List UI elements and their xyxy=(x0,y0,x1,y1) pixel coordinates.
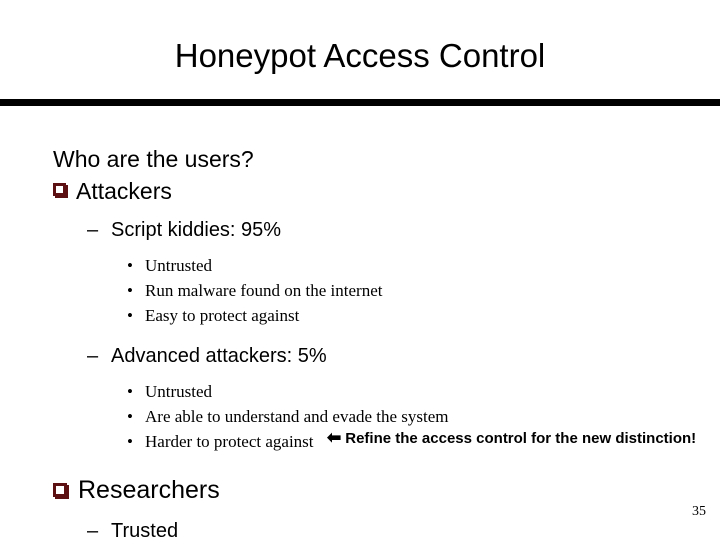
en-dash-bullet-icon: – xyxy=(87,345,99,367)
group-attackers-label: Attackers xyxy=(76,178,172,204)
left-arrow-icon: ⬅ xyxy=(327,428,342,447)
en-dash-bullet-icon: – xyxy=(87,219,99,241)
en-dash-bullet-icon: – xyxy=(87,520,99,540)
detail-item: • Untrusted xyxy=(0,253,720,278)
detail-item: • Easy to protect against xyxy=(0,303,720,328)
detail-item: • Untrusted xyxy=(0,379,720,404)
round-bullet-icon: • xyxy=(127,281,133,300)
detail-item: • Run malware found on the internet xyxy=(0,278,720,303)
detail-label: Harder to protect against xyxy=(145,432,314,451)
slide: Honeypot Access Control Who are the user… xyxy=(0,0,720,540)
subitem-script-kiddies-label: Script kiddies: 95% xyxy=(111,219,282,241)
detail-item: • Are able to understand and evade the s… xyxy=(0,404,720,429)
group-researchers-label: Researchers xyxy=(78,476,220,504)
page-title: Honeypot Access Control xyxy=(174,37,546,74)
detail-label: Easy to protect against xyxy=(145,306,300,325)
intro-question-label: Who are the users? xyxy=(53,146,254,172)
title-area: Honeypot Access Control xyxy=(0,36,720,76)
group-attackers: Attackers xyxy=(0,176,720,206)
callout-text: Refine the access control for the new di… xyxy=(345,430,697,447)
subitem-trusted: – Trusted xyxy=(0,517,720,540)
group-researchers: Researchers xyxy=(0,474,720,507)
box-bullet-icon xyxy=(53,483,67,497)
title-divider xyxy=(0,99,720,106)
subitem-advanced-attackers-label: Advanced attackers: 5% xyxy=(111,345,327,367)
detail-label: Untrusted xyxy=(145,256,213,275)
detail-label: Run malware found on the internet xyxy=(145,281,383,300)
subitem-trusted-label: Trusted xyxy=(111,520,179,540)
round-bullet-icon: • xyxy=(127,382,133,401)
subitem-advanced-attackers: – Advanced attackers: 5% xyxy=(0,342,720,371)
detail-label: Untrusted xyxy=(145,382,213,401)
intro-question: Who are the users? xyxy=(0,144,720,174)
round-bullet-icon: • xyxy=(127,256,133,275)
round-bullet-icon: • xyxy=(127,306,133,325)
callout-annotation: ⬅ Refine the access control for the new d… xyxy=(327,428,696,449)
subitem-script-kiddies: – Script kiddies: 95% xyxy=(0,216,720,245)
slide-body: Who are the users? Attackers – Script ki… xyxy=(0,144,720,540)
page-number: 35 xyxy=(692,504,706,519)
box-bullet-icon xyxy=(53,183,66,196)
detail-label: Are able to understand and evade the sys… xyxy=(145,407,449,426)
round-bullet-icon: • xyxy=(127,432,133,451)
round-bullet-icon: • xyxy=(127,407,133,426)
